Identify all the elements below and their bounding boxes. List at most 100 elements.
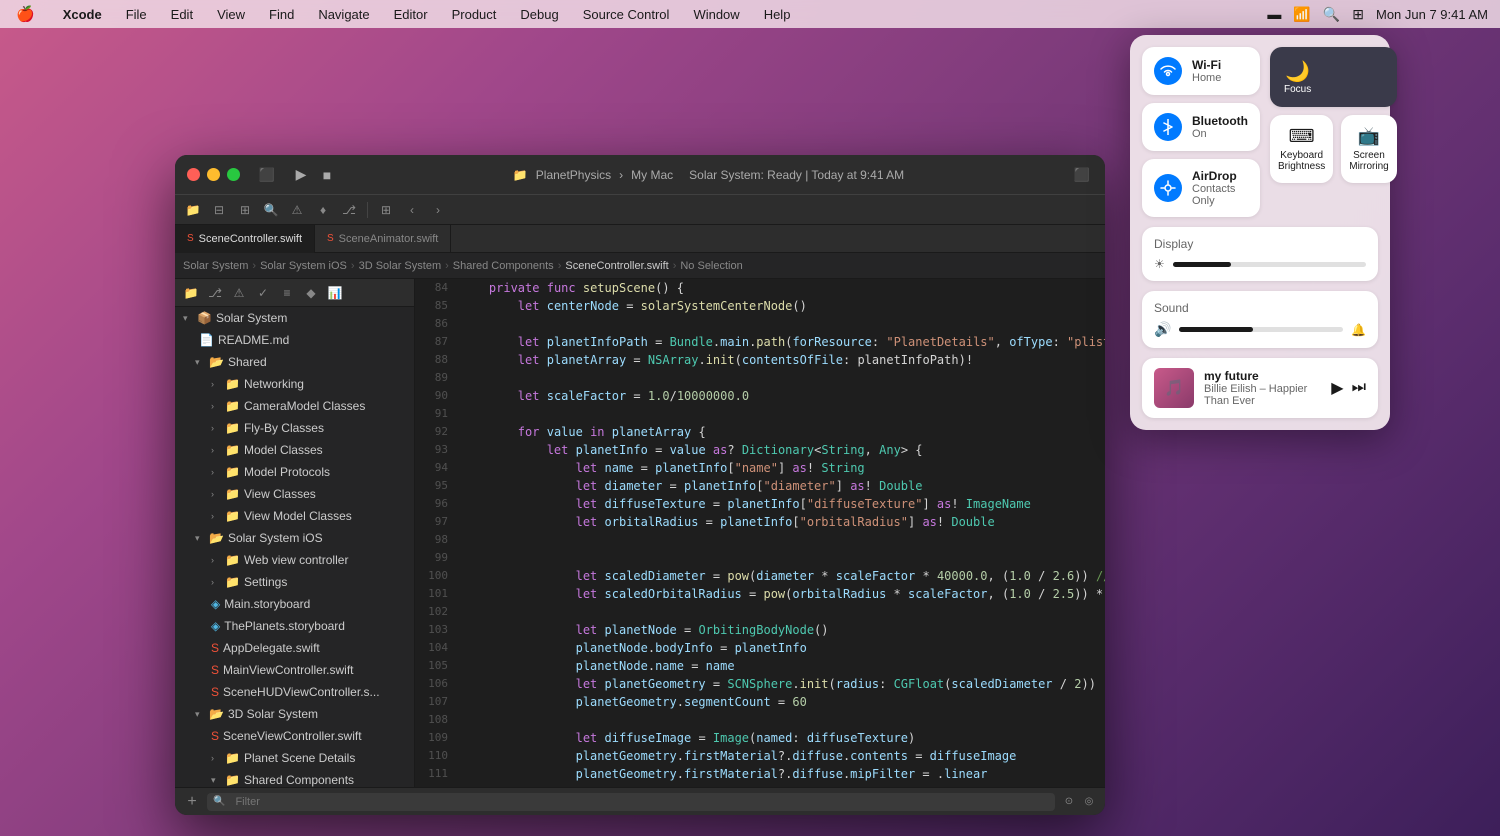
warning-icon[interactable]: ⚠ (287, 200, 307, 220)
md-icon: 📄 (199, 333, 214, 347)
tree-shared-components[interactable]: ▾ 📁 Shared Components (175, 769, 414, 787)
bc-ios[interactable]: Solar System iOS (260, 260, 347, 272)
code-editor[interactable]: 84 private func setupScene() { 85 let ce… (415, 279, 1105, 787)
close-button[interactable] (187, 168, 200, 181)
cc-bluetooth-tile[interactable]: Bluetooth On (1142, 103, 1260, 151)
stop-button[interactable]: ■ (316, 164, 338, 186)
tree-networking[interactable]: › 📁 Networking (175, 373, 414, 395)
bc-solar-system[interactable]: Solar System (183, 260, 248, 272)
swift-scenevc-icon: S (211, 729, 219, 743)
code-line-88: 88 let planetArray = NSArray.init(conten… (415, 351, 1105, 369)
files-icon[interactable]: 📁 (181, 283, 201, 303)
folder-networking-icon: 📁 (225, 377, 240, 391)
tree-scenehud[interactable]: S SceneHUDViewController.s... (175, 681, 414, 703)
grid-icon[interactable]: ⊞ (235, 200, 255, 220)
cc-airdrop-tile[interactable]: AirDrop Contacts Only (1142, 159, 1260, 217)
menubar-editor[interactable]: Editor (390, 5, 432, 24)
tree-settings[interactable]: › 📁 Settings (175, 571, 414, 593)
cc-sound-track[interactable] (1179, 327, 1343, 332)
tab-scenecontroller[interactable]: S SceneController.swift (175, 225, 315, 253)
tree-view-classes[interactable]: › 📁 View Classes (175, 483, 414, 505)
filter-modified-icon[interactable]: ◎ (1081, 794, 1097, 810)
tree-shared[interactable]: ▾ 📂 Shared (175, 351, 414, 373)
fullscreen-button[interactable] (227, 168, 240, 181)
tree-webview[interactable]: › 📁 Web view controller (175, 549, 414, 571)
folder-viewmodel-icon: 📁 (225, 509, 240, 523)
cc-screen-mirror-tile[interactable]: 📺 ScreenMirroring (1341, 115, 1396, 183)
tree-appdelegate[interactable]: S AppDelegate.swift (175, 637, 414, 659)
bc-shared-components[interactable]: Shared Components (453, 260, 554, 272)
control-center-icon[interactable]: ⊞ (1352, 6, 1364, 23)
breakpoints-icon[interactable]: ◆ (301, 283, 321, 303)
navigator-toggle[interactable]: ⬛ (256, 164, 278, 186)
code-line-100: 100 let scaledDiameter = pow(diameter * … (415, 567, 1105, 585)
menubar-product[interactable]: Product (448, 5, 501, 24)
tree-solar-ios[interactable]: ▾ 📂 Solar System iOS (175, 527, 414, 549)
tree-solar-system[interactable]: ▾ 📦 Solar System (175, 307, 414, 329)
tree-flyby[interactable]: › 📁 Fly-By Classes (175, 417, 414, 439)
tree-3d-solar[interactable]: ▾ 📂 3D Solar System (175, 703, 414, 725)
menubar-find[interactable]: Find (265, 5, 298, 24)
menubar-help[interactable]: Help (760, 5, 795, 24)
traffic-lights (187, 168, 240, 181)
tree-scenevc[interactable]: S SceneViewController.swift (175, 725, 414, 747)
tree-main-storyboard[interactable]: ◈ Main.storyboard (175, 593, 414, 615)
tree-viewmodel-classes[interactable]: › 📁 View Model Classes (175, 505, 414, 527)
wifi-icon[interactable]: 📶 (1293, 6, 1310, 23)
code-line-111: 111 planetGeometry.firstMaterial?.diffus… (415, 765, 1105, 783)
menubar-edit[interactable]: Edit (167, 5, 197, 24)
cc-airdrop-sub: Contacts Only (1192, 183, 1248, 207)
tree-model-classes[interactable]: › 📁 Model Classes (175, 439, 414, 461)
bc-file[interactable]: SceneController.swift (565, 260, 668, 272)
search-icon[interactable]: 🔍 (1323, 6, 1340, 23)
reports-icon[interactable]: 📊 (325, 283, 345, 303)
back-icon[interactable]: ‹ (402, 200, 422, 220)
menubar-debug[interactable]: Debug (516, 5, 562, 24)
breadcrumb-bar: Solar System › Solar System iOS › 3D Sol… (175, 253, 1105, 279)
run-controls: ▶ ■ (290, 164, 338, 186)
tree-model-protocols[interactable]: › 📁 Model Protocols (175, 461, 414, 483)
battery-icon[interactable]: ▬ (1267, 6, 1281, 22)
tree-cameramodel[interactable]: › 📁 CameraModel Classes (175, 395, 414, 417)
branch-icon[interactable]: ⎇ (339, 200, 359, 220)
menubar-xcode[interactable]: Xcode (59, 5, 106, 24)
split-icon[interactable]: ⊞ (376, 200, 396, 220)
folder-icon[interactable]: 📁 (183, 200, 203, 220)
menubar-navigate[interactable]: Navigate (314, 5, 373, 24)
tree-mainvc[interactable]: S MainViewController.swift (175, 659, 414, 681)
diff-icon[interactable]: ⊟ (209, 200, 229, 220)
tests-icon[interactable]: ✓ (253, 283, 273, 303)
menubar-file[interactable]: File (122, 5, 151, 24)
source-control-icon[interactable]: ⎇ (205, 283, 225, 303)
debug-icon[interactable]: ≡ (277, 283, 297, 303)
filter2-icon[interactable]: 🔍 (261, 200, 281, 220)
cc-play-button[interactable]: ▶ (1331, 378, 1343, 398)
cc-wifi-tile[interactable]: Wi-Fi Home (1142, 47, 1260, 95)
run-button[interactable]: ▶ (290, 164, 312, 186)
menubar-window[interactable]: Window (689, 5, 743, 24)
inspector-toggle[interactable]: ⬛ (1071, 164, 1093, 186)
bc-selection[interactable]: No Selection (680, 260, 742, 272)
issues-icon[interactable]: ⚠ (229, 283, 249, 303)
menubar-source-control[interactable]: Source Control (579, 5, 674, 24)
add-file-button[interactable]: + (183, 793, 201, 811)
swift-hud-icon: S (211, 685, 219, 699)
filter-input[interactable] (229, 793, 1049, 811)
bc-3d[interactable]: 3D Solar System (359, 260, 442, 272)
code-line-106: 106 let planetGeometry = SCNSphere.init(… (415, 675, 1105, 693)
tab-sceneanimator[interactable]: S SceneAnimator.swift (315, 225, 451, 253)
tree-planet-scene[interactable]: › 📁 Planet Scene Details (175, 747, 414, 769)
tree-planets-storyboard[interactable]: ◈ ThePlanets.storyboard (175, 615, 414, 637)
menubar-view[interactable]: View (213, 5, 249, 24)
cc-focus-tile[interactable]: 🌙 Focus (1270, 47, 1397, 107)
minimize-button[interactable] (207, 168, 220, 181)
bookmark-icon[interactable]: ♦ (313, 200, 333, 220)
cc-next-button[interactable]: ⏭ (1352, 379, 1366, 397)
code-line-98: 98 (415, 531, 1105, 549)
cc-keyboard-tile[interactable]: ⌨ KeyboardBrightness (1270, 115, 1333, 183)
cc-display-track[interactable] (1173, 262, 1366, 267)
forward-icon[interactable]: › (428, 200, 448, 220)
filter-recent-icon[interactable]: ⊙ (1061, 794, 1077, 810)
tree-readme[interactable]: 📄 README.md (175, 329, 414, 351)
apple-menu[interactable]: 🍎 (12, 3, 39, 25)
